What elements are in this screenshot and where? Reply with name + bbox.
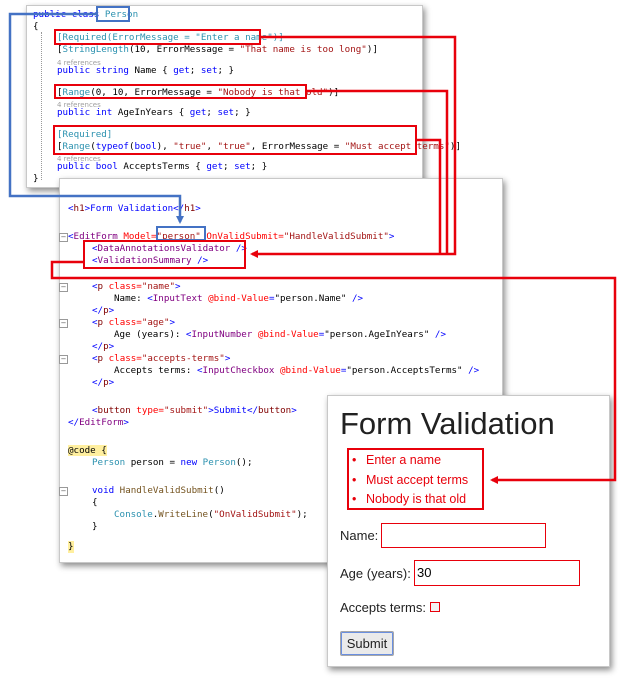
age-property: public int AgeInYears { get; set; } [57,107,251,118]
code-block-open: @code { [68,445,107,456]
accepts-terms-property: public bool AcceptsTerms { get; set; } [57,161,268,172]
collapse-icon[interactable]: − [59,355,68,364]
terms-input-line: Accepts terms: <InputCheckbox @bind-Valu… [114,365,480,376]
collapse-icon[interactable]: − [59,233,68,242]
collapse-icon[interactable]: − [59,319,68,328]
console-line: Console.WriteLine("OnValidSubmit"); [114,509,308,520]
button-line: <button type="submit">Submit</button> [92,405,297,416]
accepts-terms-label: Accepts terms: [340,600,426,615]
p-terms-open: <p class="accepts-terms"> [92,353,231,364]
open-brace: { [33,21,39,32]
validation-errors-highlight [347,448,484,510]
age-label: Age (years): [340,566,411,581]
code-block-close: } [68,541,74,553]
method-brace-open: { [92,497,98,508]
collapse-icon[interactable]: − [59,283,68,292]
name-input-line: Name: <InputText @bind-Value="person.Nam… [114,293,364,304]
stringlength-attribute: [StringLength(10, ErrorMessage = "That n… [57,44,378,55]
h1-line: <h1>Form Validation</h1> [68,203,201,214]
range-age-highlight [54,84,307,99]
p-close: </p> [92,305,115,316]
name-property: public string Name { get; set; } [57,65,235,76]
rendered-form-panel: Form Validation Enter a name Must accept… [327,395,610,667]
method-brace-close: } [92,521,98,532]
p-name-open: <p class="name"> [92,281,181,292]
indent-guide [41,32,42,180]
name-label: Name: [340,528,379,543]
person-class-highlight [96,6,130,22]
collapse-icon[interactable]: − [59,487,68,496]
person-declaration: Person person = new Person(); [92,457,253,468]
model-person-highlight [156,226,206,241]
p-close: </p> [92,341,115,352]
required-name-highlight [54,29,261,45]
method-declaration: void HandleValidSubmit() [92,485,225,496]
terms-attributes-highlight [53,125,417,155]
close-brace: } [33,173,39,184]
p-age-open: <p class="age"> [92,317,176,328]
accepts-terms-checkbox[interactable] [430,602,440,612]
age-input-line: Age (years): <InputNumber @bind-Value="p… [114,329,446,340]
p-close: </p> [92,377,115,388]
validator-summary-highlight [83,240,246,269]
editform-close-line: </EditForm> [68,417,129,428]
name-input[interactable] [381,523,546,548]
submit-button[interactable]: Submit [340,631,394,656]
form-title: Form Validation [340,406,555,441]
age-input[interactable]: 30 [414,560,580,586]
